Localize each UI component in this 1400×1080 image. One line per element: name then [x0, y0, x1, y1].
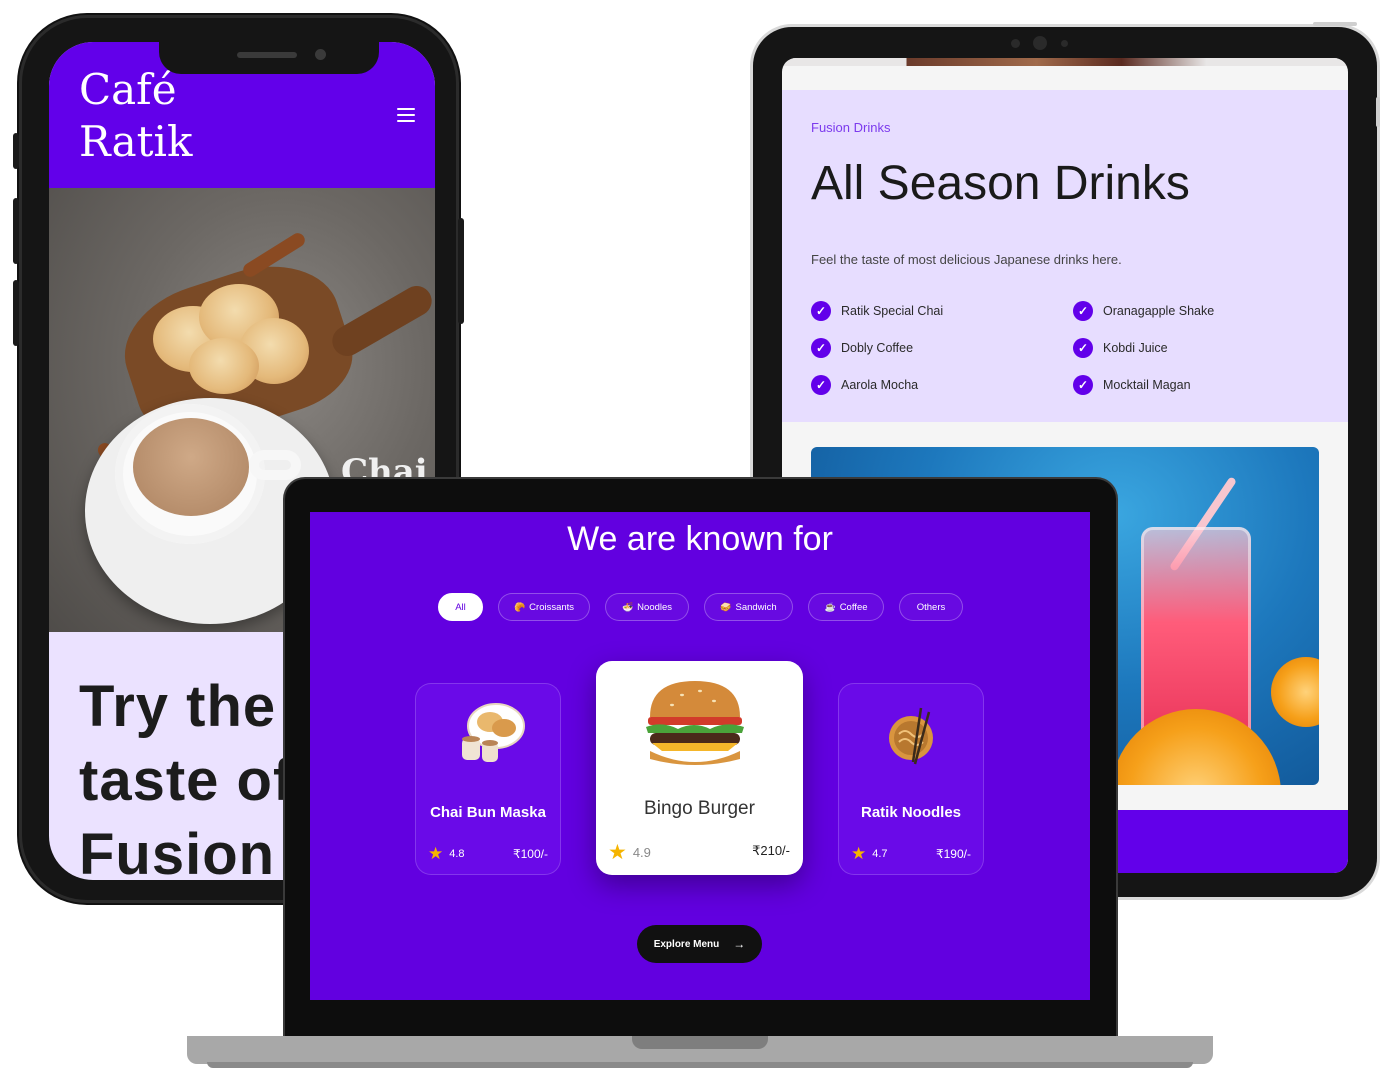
- rating-value: 4.8: [449, 847, 465, 860]
- chai-bun-maska-image: [462, 703, 525, 762]
- tab-coffee[interactable]: ☕ Coffee: [808, 593, 884, 621]
- bingo-burger-image: [646, 681, 744, 765]
- coffee-icon: ☕: [824, 601, 836, 612]
- logo-line-2: Ratik: [79, 117, 193, 166]
- star-icon: ★: [428, 844, 444, 863]
- drink-label: Ratik Special Chai: [841, 304, 944, 318]
- ratik-noodles-image: [889, 707, 933, 765]
- check-icon: ✓: [811, 375, 831, 395]
- known-for-title: We are known for: [567, 520, 833, 558]
- tab-label: Others: [916, 601, 946, 613]
- phone-mute-switch: [13, 133, 19, 169]
- tab-label: Noodles: [637, 601, 673, 613]
- card-price: ₹210/-: [752, 843, 790, 858]
- card-rating: ★ 4.8: [428, 845, 465, 862]
- menu-card-ratik-noodles[interactable]: Ratik Noodles ★ 4.7 ₹190/-: [838, 683, 984, 875]
- cafe-logo[interactable]: Café Ratik: [79, 64, 279, 168]
- drink-label: Dobly Coffee: [841, 341, 914, 355]
- card-price: ₹190/-: [936, 847, 971, 861]
- drink-label: Mocktail Magan: [1103, 378, 1191, 392]
- tea-in-cup: [133, 418, 249, 516]
- rating-value: 4.9: [632, 845, 651, 860]
- cup-handle: [249, 450, 301, 480]
- arrow-right-icon: →: [733, 937, 746, 951]
- explore-menu-button[interactable]: Explore Menu →: [637, 925, 762, 963]
- tab-noodles[interactable]: 🍜 Noodles: [605, 593, 689, 621]
- phone-notch: [159, 42, 379, 74]
- drink-label: Kobdi Juice: [1103, 341, 1168, 355]
- category-tabs: All 🥐 Croissants 🍜 Noodles 🥪 Sandwich ☕ …: [438, 593, 978, 621]
- card-title: Bingo Burger: [644, 798, 755, 819]
- tab-all[interactable]: All: [438, 593, 483, 621]
- section-description: Feel the taste of most delicious Japanes…: [811, 252, 1122, 267]
- drink-list-item: ✓ Aarola Mocha: [811, 375, 918, 395]
- bun-piece: [189, 338, 259, 394]
- tab-sandwich[interactable]: 🥪 Sandwich: [704, 593, 793, 621]
- tab-label: Croissants: [529, 601, 575, 613]
- noodles-icon: 🍜: [621, 601, 634, 612]
- card-price: ₹100/-: [513, 847, 548, 861]
- phone-volume-up: [13, 198, 19, 264]
- drink-list-item: ✓ Dobly Coffee: [811, 338, 913, 358]
- card-rating: ★ 4.7: [851, 845, 888, 862]
- croissant-icon: 🥐: [513, 601, 526, 612]
- tab-label: All: [455, 601, 466, 613]
- phone-speaker: [237, 52, 297, 58]
- card-rating: ★ 4.9: [608, 842, 651, 863]
- laptop-opening-notch: [632, 1036, 768, 1049]
- check-icon: ✓: [1073, 338, 1093, 358]
- check-icon: ✓: [811, 338, 831, 358]
- tablet-camera: [1033, 36, 1047, 50]
- laptop-screen: We are known for All 🥐 Croissants 🍜 Nood…: [310, 512, 1090, 1000]
- drink-label: Oranagapple Shake: [1103, 304, 1215, 318]
- phone-power-button: [458, 218, 464, 324]
- orange-slice: [1271, 657, 1319, 727]
- hamburger-menu-icon[interactable]: [397, 108, 415, 122]
- tablet-sensor: [1011, 39, 1020, 48]
- drink-list-item: ✓ Oranagapple Shake: [1073, 301, 1214, 321]
- drink-label: Aarola Mocha: [841, 378, 919, 392]
- tablet-power-button: [1313, 22, 1357, 26]
- drink-list-item: ✓ Kobdi Juice: [1073, 338, 1168, 358]
- drink-list-item: ✓ Mocktail Magan: [1073, 375, 1191, 395]
- menu-card-chai-bun-maska[interactable]: Chai Bun Maska ★ 4.8 ₹100/-: [415, 683, 561, 875]
- section-title: All Season Drinks: [811, 157, 1190, 210]
- tab-others[interactable]: Others: [899, 593, 963, 621]
- card-title: Chai Bun Maska: [430, 804, 546, 821]
- section-kicker: Fusion Drinks: [811, 120, 891, 135]
- tab-croissants[interactable]: 🥐 Croissants: [498, 593, 590, 621]
- explore-menu-label: Explore Menu: [653, 938, 720, 950]
- card-title: Ratik Noodles: [860, 804, 962, 821]
- star-icon: ★: [851, 844, 867, 863]
- tab-label: Sandwich: [735, 601, 777, 613]
- drink-list-item: ✓ Ratik Special Chai: [811, 301, 943, 321]
- star-icon: ★: [608, 841, 627, 864]
- check-icon: ✓: [811, 301, 831, 321]
- phone-volume-down: [13, 280, 19, 346]
- laptop-base-shadow: [207, 1062, 1193, 1068]
- previous-section-image-strip: [782, 58, 1348, 66]
- orange-slice: [1111, 709, 1281, 785]
- tablet-sensor: [1061, 40, 1068, 47]
- check-icon: ✓: [1073, 301, 1093, 321]
- sandwich-icon: 🥪: [720, 601, 732, 612]
- drinks-section: Fusion Drinks All Season Drinks Feel the…: [782, 90, 1348, 422]
- phone-camera: [315, 49, 326, 60]
- check-icon: ✓: [1073, 375, 1093, 395]
- menu-card-bingo-burger[interactable]: Bingo Burger ★ 4.9 ₹210/-: [596, 661, 803, 875]
- tab-label: Coffee: [839, 601, 868, 613]
- tablet-volume-button: [1376, 97, 1380, 127]
- rating-value: 4.7: [872, 847, 888, 860]
